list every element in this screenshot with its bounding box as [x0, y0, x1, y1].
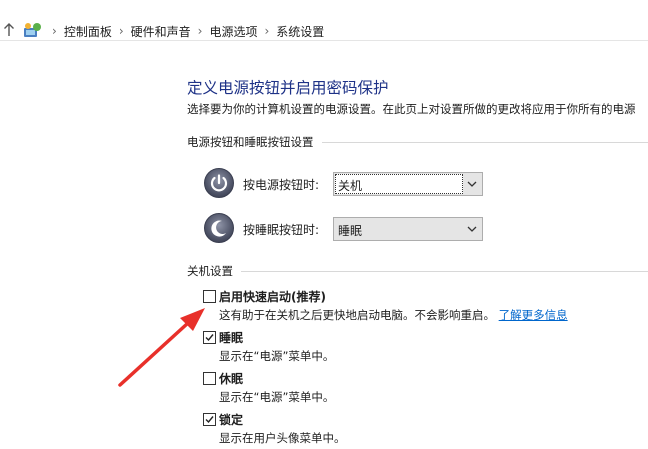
group-divider [321, 141, 648, 143]
breadcrumb: › 控制面板 › 硬件和声音 › 电源选项 › 系统设置 [48, 23, 324, 39]
power-button-label: 按电源按钮时: [243, 178, 320, 192]
breadcrumb-hardware-sound[interactable]: 硬件和声音 [131, 23, 191, 40]
breadcrumb-separator: › [52, 24, 57, 38]
breadcrumb-power-options[interactable]: 电源选项 [209, 23, 257, 40]
hibernate-option-description: 显示在“电源”菜单中。 [219, 390, 335, 404]
chevron-down-icon [467, 181, 477, 187]
up-arrow-icon[interactable] [3, 22, 15, 38]
address-bar: › 控制面板 › 硬件和声音 › 电源选项 › 系统设置 [0, 0, 648, 41]
checkmark-icon [205, 334, 214, 342]
lock-checkbox[interactable] [203, 413, 216, 426]
sleep-button-icon [204, 213, 234, 243]
power-buttons-group-header: 电源按钮和睡眠按钮设置 [187, 134, 648, 150]
option-description-text: 这有助于在关机之后更快地启动电脑。不会影响重启。 [219, 308, 495, 322]
select-value: 睡眠 [338, 224, 363, 238]
learn-more-link[interactable]: 了解更多信息 [499, 308, 568, 322]
group-header-label: 关机设置 [187, 264, 233, 278]
sleep-button-action-select[interactable]: 睡眠 [333, 217, 483, 241]
group-header-label: 电源按钮和睡眠按钮设置 [187, 135, 314, 149]
breadcrumb-separator: › [118, 24, 124, 38]
control-panel-icon [24, 23, 41, 37]
fast-startup-description: 这有助于在关机之后更快地启动电脑。不会影响重启。 了解更多信息 [219, 307, 568, 323]
power-button-action-select[interactable]: 关机 [333, 172, 483, 196]
sleep-checkbox[interactable] [203, 331, 216, 344]
lock-option-label: 锁定 [219, 413, 244, 427]
hibernate-option-label: 休眠 [219, 372, 244, 386]
hibernate-checkbox[interactable] [203, 372, 216, 385]
lock-option-description: 显示在用户头像菜单中。 [219, 431, 346, 445]
page-title: 定义电源按钮并启用密码保护 [187, 79, 389, 97]
breadcrumb-system-settings[interactable]: 系统设置 [276, 23, 324, 40]
breadcrumb-control-panel[interactable]: 控制面板 [64, 23, 112, 40]
group-divider [241, 270, 648, 272]
annotation-arrow-icon [118, 308, 205, 387]
sleep-option-description: 显示在“电源”菜单中。 [219, 349, 335, 363]
chevron-down-icon [467, 226, 477, 232]
checkmark-icon [205, 416, 214, 424]
fast-startup-checkbox[interactable] [203, 290, 216, 303]
power-button-icon [204, 168, 234, 198]
sleep-button-label: 按睡眠按钮时: [243, 223, 320, 237]
breadcrumb-separator: › [264, 24, 270, 38]
shutdown-group-header: 关机设置 [187, 263, 648, 279]
page-description: 选择要为你的计算机设置的电源设置。在此页上对设置所做的更改将应用于你所有的电源 [187, 102, 636, 116]
select-value: 关机 [338, 179, 363, 193]
breadcrumb-separator: › [197, 24, 203, 38]
fast-startup-label: 启用快速启动(推荐) [219, 290, 326, 304]
sleep-option-label: 睡眠 [219, 331, 244, 345]
